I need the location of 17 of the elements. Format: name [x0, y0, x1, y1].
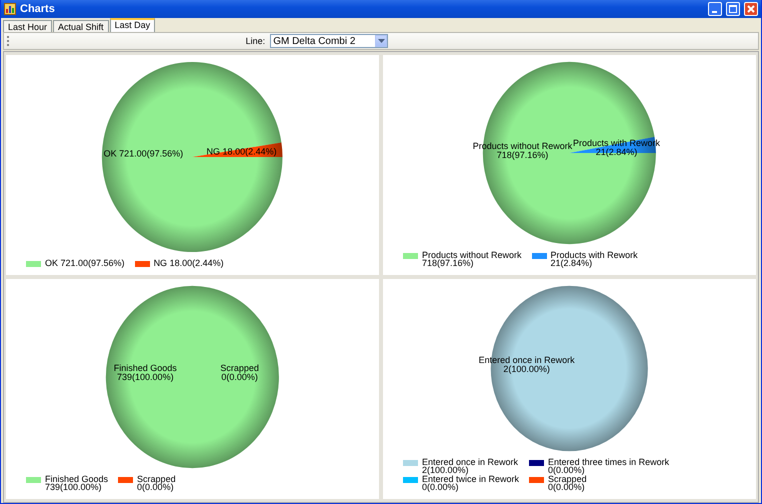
slice-label: OK 721.00(97.56%) [104, 150, 184, 159]
legend-label: Entered once in Rework 2(100.00%) [422, 458, 518, 474]
legend-label: Scrapped 0(0.00%) [548, 475, 587, 491]
legend-label: Entered twice in Rework 0(0.00%) [422, 475, 520, 491]
legend-label: Products without Rework 718(97.16%) [422, 251, 522, 267]
line-label: Line: [246, 36, 266, 46]
legend-label: OK 721.00(97.56%) [45, 259, 125, 267]
slice-label: Scrapped 0(0.00%) [220, 364, 259, 382]
slice-label: Entered once in Rework 2(100.00%) [478, 356, 575, 374]
legend-label: Scrapped 0(0.00%) [137, 475, 176, 491]
legend-label: Finished Goods 739(100.00%) [45, 475, 108, 491]
slice-label: Finished Goods 739(100.00%) [114, 364, 177, 382]
window-title: Charts [20, 3, 56, 15]
legend-label: Products with Rework 21(2.84%) [550, 251, 638, 267]
slice-label: NG 18.00(2.44%) [206, 147, 277, 156]
legend-label: Entered three times in Rework 0(0.00%) [548, 458, 670, 474]
legend-label: NG 18.00(2.44%) [154, 259, 224, 267]
